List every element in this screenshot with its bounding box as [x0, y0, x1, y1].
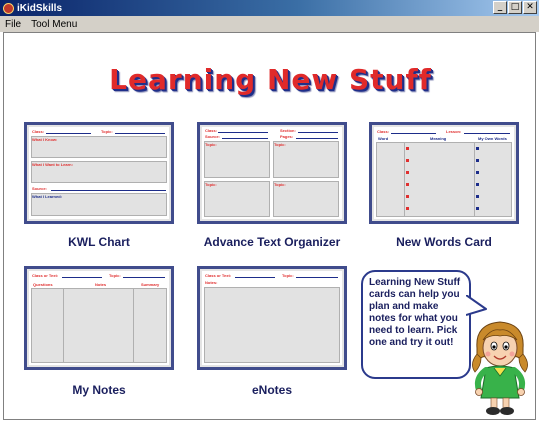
class-or-text-field: Class or Text: [32, 273, 59, 278]
pages-field: Pages: [280, 134, 294, 139]
new-words-card[interactable]: Class: Lesson: Word Meaning My Own Words [369, 122, 519, 224]
topic-field: Topic: [274, 142, 286, 147]
topic-field: Topic: [282, 273, 294, 278]
my-notes-preview: Class or Text: Topic: Questions Notes Su… [29, 271, 169, 365]
class-field: Class: [377, 129, 390, 134]
kwl-chart-preview: Class: Topic: What I Know: What I Want t… [29, 127, 169, 219]
advance-text-organizer-label[interactable]: Advance Text Organizer [184, 235, 360, 249]
word-column: Word [378, 136, 389, 141]
page-title: Learning New Stuff [109, 63, 432, 96]
my-own-words-column: My Own Words [478, 136, 507, 141]
window-titlebar[interactable]: iKidSkills _ □ ✕ [0, 0, 539, 16]
what-i-learned-field: What I Learned: [32, 194, 63, 199]
topic-field: Topic: [109, 273, 121, 278]
topic-field: Topic: [205, 182, 217, 187]
advance-text-organizer-card[interactable]: Class: Source: Section: Pages: Topic: To… [197, 122, 347, 224]
enotes-label[interactable]: eNotes [197, 383, 347, 397]
maximize-button[interactable]: □ [508, 1, 522, 14]
content-area: Learning New Stuff Class: Topic: What I … [3, 32, 536, 420]
what-i-know-field: What I Know: [32, 137, 58, 142]
source-field: Source: [32, 186, 47, 191]
new-words-card-preview: Class: Lesson: Word Meaning My Own Words [374, 127, 514, 219]
notes-field: Notes: [205, 280, 218, 285]
window-title: iKidSkills [17, 2, 63, 14]
speech-bubble-tail [466, 295, 487, 316]
kid-character-icon [472, 321, 528, 415]
lesson-field: Lesson: [446, 129, 462, 134]
topic-field: Topic: [205, 142, 217, 147]
enotes-card[interactable]: Class or Text: Topic: Notes: [197, 266, 347, 370]
what-i-want-field: What I Want to Learn: [32, 162, 73, 167]
questions-column: Questions [33, 282, 53, 287]
topic-field: Topic: [101, 129, 113, 134]
enotes-preview: Class or Text: Topic: Notes: [202, 271, 342, 365]
class-field: Class: [205, 128, 218, 133]
close-button[interactable]: ✕ [523, 1, 537, 14]
topic-field: Topic: [274, 182, 286, 187]
minimize-button[interactable]: _ [493, 1, 507, 14]
my-notes-card[interactable]: Class or Text: Topic: Questions Notes Su… [24, 266, 174, 370]
class-or-text-field: Class or Text: [205, 273, 232, 278]
menu-tool-menu[interactable]: Tool Menu [26, 19, 82, 30]
section-field: Section: [280, 128, 296, 133]
meaning-column: Meaning [430, 136, 447, 141]
my-notes-label[interactable]: My Notes [24, 383, 174, 397]
summary-column: Summary [141, 282, 160, 287]
menu-bar: File Tool Menu [0, 16, 539, 32]
kwl-chart-card[interactable]: Class: Topic: What I Know: What I Want t… [24, 122, 174, 224]
notes-column: Notes [95, 282, 107, 287]
speech-bubble: Learning New Stuff cards can help you pl… [361, 270, 471, 379]
window-controls: _ □ ✕ [493, 1, 537, 14]
source-field: Source: [205, 134, 220, 139]
app-icon [3, 2, 14, 14]
class-field: Class: [32, 129, 45, 134]
menu-file[interactable]: File [0, 19, 26, 30]
kwl-chart-label[interactable]: KWL Chart [24, 235, 174, 249]
advance-text-organizer-preview: Class: Source: Section: Pages: Topic: To… [202, 127, 342, 219]
new-words-card-label[interactable]: New Words Card [369, 235, 519, 249]
